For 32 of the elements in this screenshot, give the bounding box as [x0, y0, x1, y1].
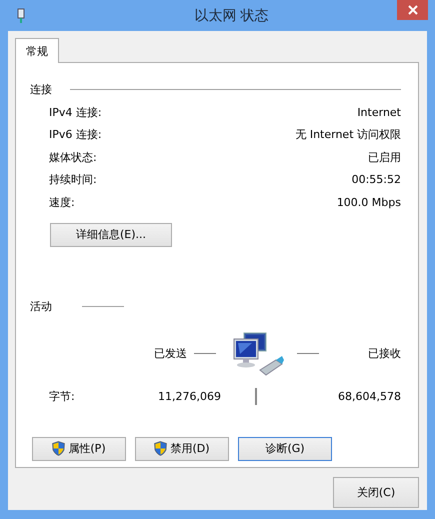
network-plug-icon	[16, 8, 26, 24]
section-heading: 连接	[30, 82, 52, 96]
close-icon[interactable]	[397, 0, 428, 20]
bytes-received-value: 68,604,578	[337, 390, 401, 403]
details-button[interactable]: 详细信息(E)...	[50, 222, 172, 246]
field-label: IPv4 连接:	[49, 104, 102, 120]
field-value: 已启用	[368, 150, 401, 165]
field-label: IPv6 连接:	[49, 127, 102, 142]
field-label: 媒体状态:	[49, 150, 97, 165]
action-button[interactable]: 诊断(G)	[238, 436, 332, 460]
shield-icon	[52, 441, 66, 456]
field-value: Internet	[357, 106, 401, 119]
section-heading: 活动	[30, 299, 52, 314]
field-value: 00:55:52	[352, 173, 401, 186]
field-value: 100.0 Mbps	[336, 196, 401, 209]
sent-label: 已发送	[153, 346, 187, 361]
dash-line	[297, 353, 319, 354]
dash-line	[194, 353, 216, 354]
field-label: 速度:	[49, 194, 75, 210]
action-button[interactable]: 禁用(D)	[135, 436, 229, 460]
tab[interactable]: 常规	[15, 38, 59, 63]
field-label: 持续时间:	[49, 172, 97, 188]
divider-line	[255, 388, 257, 405]
received-label: 已接收	[367, 346, 401, 361]
window-title: 以太网 状态	[193, 6, 270, 24]
bytes-label: 字节:	[49, 389, 76, 404]
action-button[interactable]: 属性(P)	[32, 436, 126, 460]
close-button[interactable]: 关闭(C)	[333, 477, 419, 508]
shield-icon	[154, 441, 168, 456]
network-computers-icon	[232, 332, 284, 376]
field-value: 无 Internet 访问权限	[295, 127, 401, 142]
bytes-sent-value: 11,276,069	[157, 390, 221, 403]
